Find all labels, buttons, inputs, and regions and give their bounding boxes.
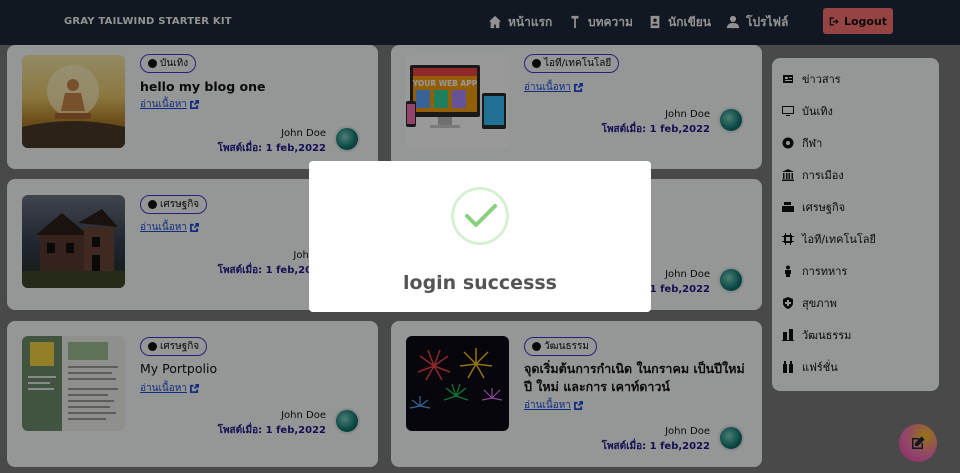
dialog-title: login successs (403, 272, 557, 294)
login-success-dialog: login successs (309, 161, 651, 312)
success-check-icon (451, 187, 509, 245)
